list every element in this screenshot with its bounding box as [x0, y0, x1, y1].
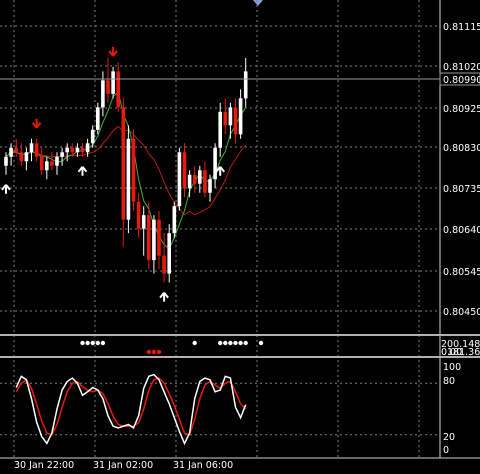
white-dot [80, 340, 85, 346]
candle-body [162, 255, 166, 274]
candle-body [131, 138, 136, 202]
red-dot [156, 349, 162, 355]
candle-body [238, 98, 243, 135]
white-dot [85, 340, 90, 346]
red-dot [146, 349, 151, 355]
stochastic-tick-label: 80 [443, 376, 455, 387]
candle-body [141, 215, 146, 229]
candle-body [172, 206, 177, 234]
panel-separator [0, 334, 480, 336]
candle-body [116, 71, 120, 108]
candle-body [208, 179, 212, 193]
current-price-label: 0.80990 [443, 75, 480, 86]
candle-body [106, 80, 110, 94]
candle-body [218, 111, 222, 148]
candle-body [198, 170, 202, 184]
candle-body [65, 147, 69, 153]
candle-body [29, 143, 34, 153]
candle-body [14, 147, 18, 153]
candle-body [233, 107, 238, 135]
candle-body [192, 174, 197, 184]
candle-body [243, 71, 248, 99]
white-dot [90, 340, 95, 346]
candle-body [157, 219, 161, 256]
time-axis: 30 Jan 22:00 31 Jan 02:00 31 Jan 06:00 [14, 460, 233, 471]
white-dot [238, 340, 243, 346]
candle-body [45, 161, 49, 171]
candle-body [24, 152, 29, 162]
white-dot [233, 340, 238, 346]
price-tick-label: 0.80640 [443, 225, 480, 236]
candle-body [177, 152, 182, 207]
candle-body [182, 152, 187, 189]
candle-body [203, 170, 207, 193]
candle-body [126, 138, 131, 220]
candle-body [167, 233, 171, 274]
candle-body [85, 143, 90, 153]
white-dot [223, 340, 228, 346]
forex-chart: 0.81115 0.81020 0.80925 0.80830 0.80735 … [0, 0, 480, 474]
price-tick-label: 0.80450 [443, 307, 480, 318]
candle-body [34, 143, 39, 157]
candle-body [39, 156, 44, 171]
time-axis-label: 31 Jan 06:00 [173, 460, 233, 471]
candle-body [111, 71, 115, 94]
price-tick-label: 0.81020 [443, 62, 480, 73]
candle-body [9, 147, 13, 157]
price-tick-label: 0.80830 [443, 143, 480, 154]
candle-body [60, 152, 64, 157]
stochastic-tick-label: 0 [443, 445, 449, 456]
candle-body [136, 201, 141, 229]
candle-body [19, 152, 24, 162]
candle-body [101, 80, 105, 108]
candle-body [90, 129, 95, 144]
stochastic-tick-label: 20 [443, 432, 455, 443]
time-axis-label: 31 Jan 02:00 [93, 460, 153, 471]
white-dot [228, 340, 233, 346]
white-dot [243, 340, 248, 346]
price-tick-label: 0.80545 [443, 267, 480, 278]
price-tick-label: 0.80735 [443, 184, 480, 195]
price-tick-label: 0.80925 [443, 104, 480, 115]
red-dot [151, 349, 157, 355]
candle-body [213, 147, 217, 180]
time-axis-label: 30 Jan 22:00 [14, 460, 74, 471]
candle-body [187, 174, 192, 189]
stochastic-tick-label: 100 [443, 362, 461, 373]
candle-body [80, 147, 85, 153]
candle-body [70, 147, 75, 153]
candle-body [121, 107, 126, 220]
panel-separator [0, 356, 480, 358]
candle-body [152, 219, 156, 261]
candle-body [147, 215, 151, 261]
price-tick-label: 0.81115 [443, 22, 480, 33]
white-dot [95, 340, 101, 346]
white-dot [258, 340, 264, 346]
candle-body [55, 156, 59, 166]
candle-body [4, 156, 8, 166]
candle-body [96, 107, 100, 130]
white-dot [218, 340, 223, 346]
candle-body [50, 161, 54, 166]
candle-body [228, 107, 233, 126]
candle-body [223, 111, 228, 126]
candle-body [75, 147, 80, 153]
white-dot [100, 340, 106, 346]
white-dot [192, 340, 197, 346]
